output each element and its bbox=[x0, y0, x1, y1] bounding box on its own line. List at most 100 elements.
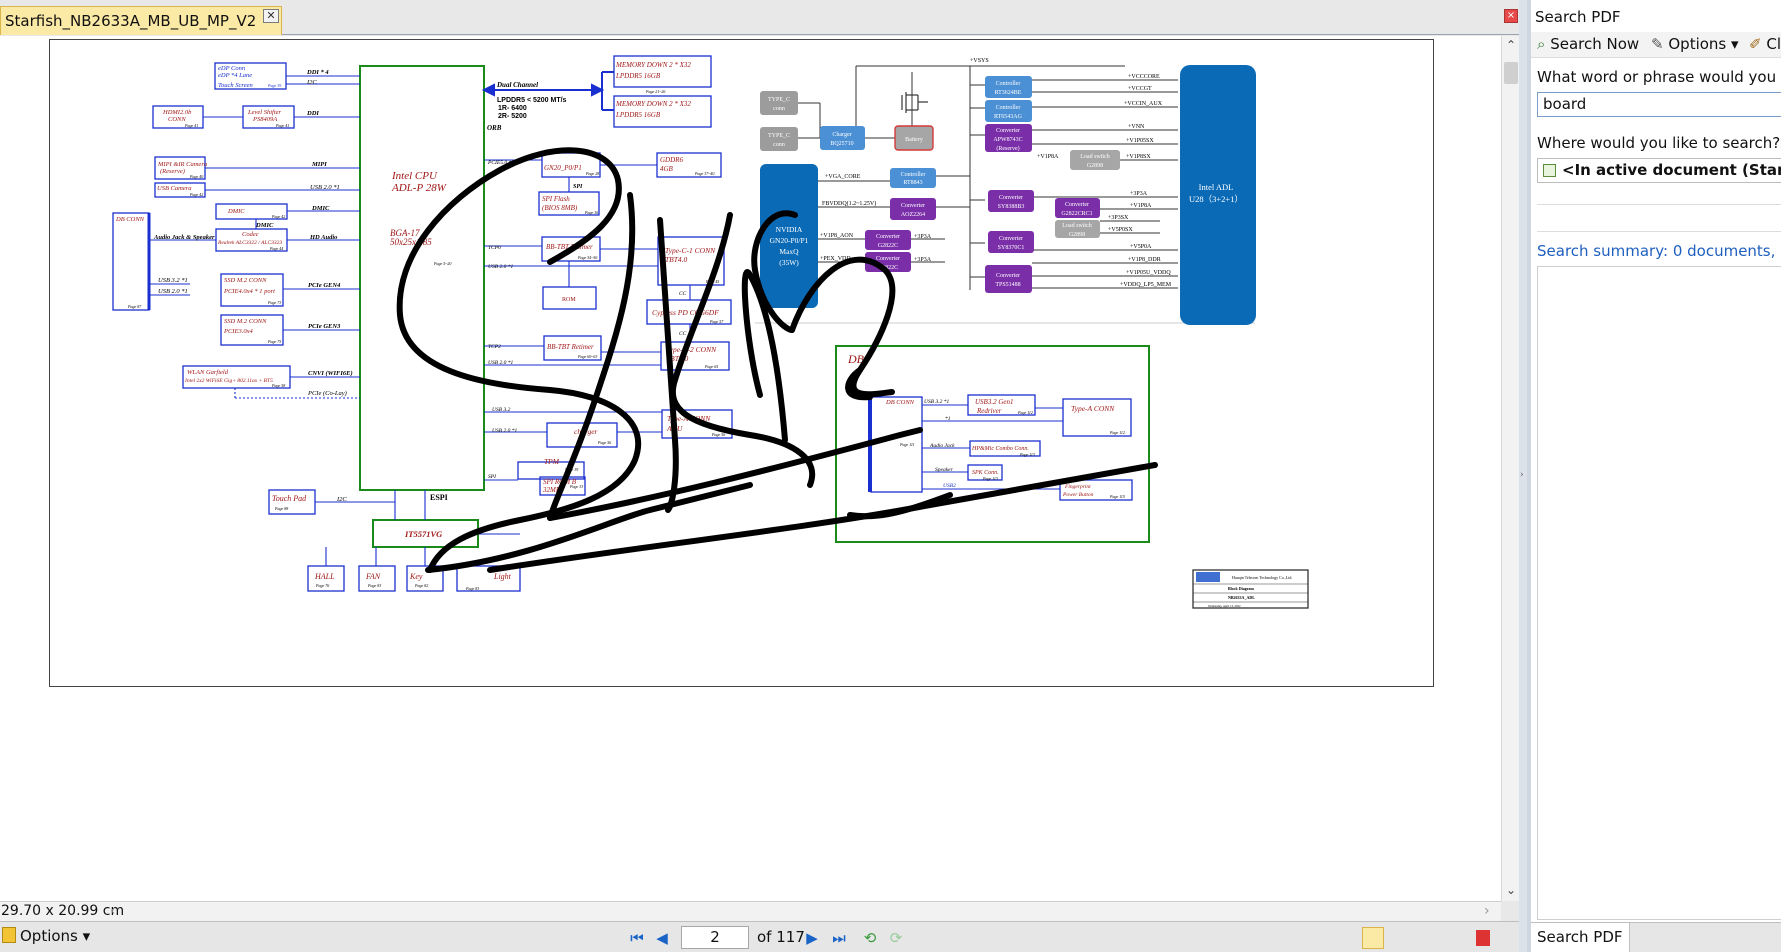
scroll-left-icon[interactable]: ‹ bbox=[110, 903, 116, 919]
search-results-list[interactable] bbox=[1537, 266, 1781, 920]
search-scope-select[interactable]: <In active document (Starfish_ bbox=[1537, 158, 1781, 183]
label: Level Shifter bbox=[247, 109, 282, 116]
go-forward-icon[interactable]: ⟳ bbox=[886, 928, 906, 948]
search-now-icon: ⌕ bbox=[1537, 35, 1546, 53]
rail-label: +VCCIN_AUX bbox=[1124, 101, 1163, 107]
label: 4GB bbox=[660, 165, 674, 173]
label: I2C bbox=[336, 496, 347, 503]
close-document-icon[interactable]: × bbox=[1504, 9, 1518, 23]
document-tab[interactable]: Starfish_NB2633A_MB_UB_MP_V2P0... ✕ bbox=[0, 6, 282, 35]
label: Converter bbox=[996, 273, 1020, 279]
rail-label: +V5P0SX bbox=[1108, 227, 1133, 233]
rail-label: +VCCGT bbox=[1128, 86, 1152, 92]
title-block: Huaqin Telecom Technology Co.,Ltd. Block… bbox=[1193, 572, 1308, 609]
label: *1 bbox=[945, 416, 951, 422]
label: PCIe GEN4 bbox=[308, 282, 341, 289]
cpu-label: ADL-P 28W bbox=[391, 182, 447, 194]
label: USB 3.2 *1 bbox=[158, 277, 188, 284]
scroll-right-icon[interactable]: › bbox=[1484, 903, 1490, 919]
rail-label: +VDDQ_LP5_MEM bbox=[1120, 282, 1172, 288]
label: LPDDR5 16GB bbox=[615, 72, 661, 80]
label: MaxQ bbox=[779, 247, 799, 256]
label: Dual Channel bbox=[496, 81, 538, 89]
label: Controller bbox=[996, 81, 1021, 87]
scrollbar-thumb[interactable] bbox=[1504, 62, 1518, 84]
label: Type-C-1 CONN bbox=[665, 246, 716, 255]
label: Page 60~63 bbox=[577, 354, 597, 359]
label: Cypress PD CCG6DF bbox=[652, 308, 719, 317]
label: Page 37~40 bbox=[694, 171, 714, 176]
search-input[interactable]: board bbox=[1537, 92, 1781, 117]
search-options-button[interactable]: ✎ Options ▾ bbox=[1651, 35, 1739, 53]
label: USB 2.0 *1 bbox=[310, 184, 340, 191]
options-icon: ✎ bbox=[1651, 35, 1664, 53]
scroll-down-icon[interactable]: ⌄ bbox=[1502, 881, 1520, 899]
next-page-icon[interactable]: ▶ bbox=[802, 928, 822, 948]
label: DMIC bbox=[227, 208, 245, 215]
splitter-grip-icon[interactable]: › bbox=[1520, 470, 1526, 482]
label: Page 115 bbox=[1109, 494, 1125, 499]
clear-button[interactable]: ✐ Cl bbox=[1749, 35, 1781, 53]
label: (35W) bbox=[779, 258, 799, 267]
label: NVIDIA bbox=[776, 225, 803, 234]
continuous-facing-view-icon[interactable] bbox=[1446, 927, 1468, 949]
options-button[interactable]: Options ▾ bbox=[2, 927, 102, 949]
label: Touch Pad bbox=[272, 494, 307, 503]
label: RT6543AG bbox=[994, 114, 1023, 120]
last-page-icon[interactable]: ⏭ bbox=[829, 928, 849, 948]
page-count-label: of 117 bbox=[757, 928, 805, 946]
label: +3P3A bbox=[914, 257, 932, 263]
label: Fingerprint bbox=[1064, 484, 1091, 490]
label: Touch Screen bbox=[218, 82, 253, 89]
search-options-label: Options bbox=[1668, 35, 1727, 53]
label: Page 57 bbox=[709, 319, 724, 324]
pdf-icon[interactable] bbox=[1476, 930, 1490, 946]
document-viewport[interactable]: eDP Conn eDP *4 Lane Touch Screen Page 3… bbox=[0, 36, 1501, 901]
previous-page-icon[interactable]: ◀ bbox=[652, 928, 672, 948]
close-icon[interactable]: ✕ bbox=[263, 9, 279, 23]
label: Page 76 bbox=[315, 583, 329, 588]
facing-view-icon[interactable] bbox=[1418, 927, 1440, 949]
label: TCP2 bbox=[488, 344, 501, 350]
scroll-up-icon[interactable]: ⌃ bbox=[1502, 36, 1520, 54]
label: SY8388B3 bbox=[998, 204, 1025, 210]
label: Converter bbox=[999, 195, 1023, 201]
label: DB CONN bbox=[885, 399, 915, 406]
search-now-button[interactable]: ⌕ Search Now bbox=[1537, 35, 1639, 53]
label: Page 112 bbox=[1017, 410, 1033, 415]
status-bar: 29.70 x 20.99 cm ‹ › bbox=[0, 901, 1501, 921]
label: Converter bbox=[876, 256, 900, 262]
page-number-input[interactable]: 2 bbox=[681, 926, 749, 949]
pdf-viewer-window: Starfish_NB2633A_MB_UB_MP_V2P0... ✕ × bbox=[0, 0, 1781, 952]
cpu-label: Intel CPU bbox=[391, 170, 438, 182]
label: HDMI2.0b bbox=[162, 109, 192, 116]
label: GN20_P0/P1 bbox=[544, 164, 582, 172]
schematic-page: eDP Conn eDP *4 Lane Touch Screen Page 3… bbox=[49, 39, 1434, 687]
label: Page 54~56 bbox=[577, 255, 597, 260]
label: FBVDDQ(1.2~1.25V) bbox=[822, 200, 876, 207]
continuous-view-icon[interactable] bbox=[1390, 927, 1412, 949]
label: USB 2.0 *1 bbox=[492, 428, 517, 434]
label: Block Diagram bbox=[1228, 586, 1255, 591]
search-now-label: Search Now bbox=[1550, 35, 1640, 53]
label: U28（3+2+1） bbox=[1189, 194, 1243, 204]
search-pdf-tab[interactable]: Search PDF bbox=[1531, 923, 1630, 952]
label: I2C bbox=[306, 79, 317, 86]
rail-label: +3P3A bbox=[1130, 191, 1148, 197]
go-back-icon[interactable]: ⟲ bbox=[860, 928, 880, 948]
clear-label: Cl bbox=[1766, 35, 1781, 53]
label: BB-TBT Retimer bbox=[547, 343, 594, 351]
label: eDP Conn bbox=[218, 65, 245, 72]
label: Page 73 bbox=[267, 300, 281, 305]
label: DDI * 4 bbox=[306, 69, 329, 76]
rail-labels: +VCCCORE +VCCGT +VCCIN_AUX +VNN +V1P05SX… bbox=[1108, 74, 1172, 288]
label: DB CONN bbox=[115, 216, 145, 223]
label: NB2633A_ADL bbox=[1228, 595, 1255, 600]
label: PCIe GEN3 bbox=[308, 323, 341, 330]
first-page-icon[interactable]: ⏮ bbox=[627, 928, 647, 948]
label: Page 44 bbox=[269, 246, 283, 251]
label: SSD M.2 CONN bbox=[224, 318, 267, 325]
vertical-scrollbar[interactable]: ⌃ ⌄ bbox=[1501, 36, 1519, 901]
single-page-view-icon[interactable] bbox=[1362, 927, 1384, 949]
label: Page 75 bbox=[267, 339, 281, 344]
